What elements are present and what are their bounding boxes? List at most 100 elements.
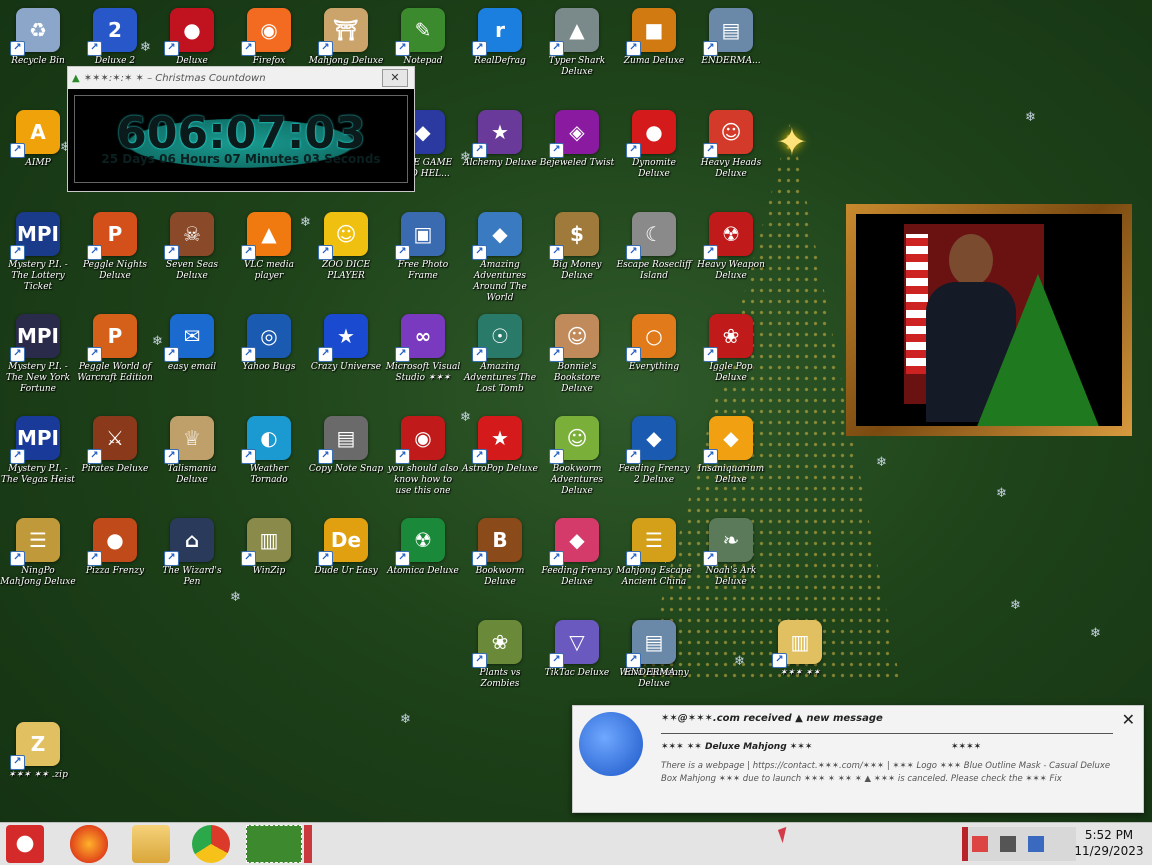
- desktop-icon[interactable]: MPI ↗ Mystery P.I. - The Lottery Ticket: [0, 206, 76, 304]
- desktop-icon[interactable]: ❀ ↗ Iggle Pop Deluxe: [693, 308, 769, 406]
- desktop-icon[interactable]: ☰ ↗ NingPo MahJong Deluxe: [0, 512, 76, 610]
- desktop-icon-label: Bonnie's Bookstore Deluxe: [553, 362, 601, 394]
- app-icon: ◉ ↗: [395, 416, 445, 464]
- file-explorer-icon[interactable]: [132, 825, 170, 863]
- desktop-icon[interactable]: ▤ ↗ ENDERMA...: [693, 2, 769, 100]
- notification-from: ✶✶@✶✶✶.com received ▲ new message: [661, 713, 883, 724]
- desktop-icon-label: Everything: [628, 362, 680, 372]
- desktop-icon[interactable]: ▲ ↗ Typer Shark Deluxe: [539, 2, 615, 100]
- desktop-icon[interactable]: ▽ ↗ TikTac Deluxe: [539, 614, 615, 712]
- countdown-window[interactable]: ▲ ✶✶✶:✶:✶ ✶ – Christmas Countdown ✕ 606:…: [67, 66, 415, 192]
- photo-frame-widget[interactable]: [846, 204, 1132, 436]
- countdown-taskbar-button[interactable]: [246, 825, 302, 863]
- desktop-icon[interactable]: ⌂ ↗ The Wizard's Pen: [154, 512, 230, 610]
- desktop-icon[interactable]: ✉ ↗ easy email: [154, 308, 230, 406]
- desktop-icon[interactable]: B ↗ Bookworm Deluxe: [462, 512, 538, 610]
- desktop-icon[interactable]: ★ ↗ Alchemy Deluxe: [462, 104, 538, 202]
- taskbar-clock[interactable]: 5:52 PM 11/29/2023: [1074, 827, 1144, 859]
- thunderbird-icon: [579, 712, 643, 776]
- desktop-icon[interactable]: $ ↗ Big Money Deluxe: [539, 206, 615, 304]
- desktop-icon[interactable]: MPI ↗ Mystery P.I. - The New York Fortune: [0, 308, 76, 406]
- desktop-icon[interactable]: ★ ↗ AstroPop Deluxe: [462, 410, 538, 508]
- close-button[interactable]: ✕: [382, 69, 408, 87]
- desktop-icon[interactable]: ☰ ↗ Mahjong Escape Ancient China: [616, 512, 692, 610]
- app-icon: ♕ ↗: [164, 416, 214, 464]
- network-icon[interactable]: [1000, 836, 1017, 852]
- desktop-icon[interactable]: ▥ ↗ WinZip: [231, 512, 307, 610]
- app-icon: ∞ ↗: [395, 314, 445, 362]
- desktop-icon[interactable]: ❧ ↗ Noah's Ark Deluxe: [693, 512, 769, 610]
- desktop-icon[interactable]: ▤ ↗ Copy Note Snap: [308, 410, 384, 508]
- desktop-icon[interactable]: ☾ ↗ Escape Rosecliff Island: [616, 206, 692, 304]
- desktop-icon[interactable]: ☉ ↗ Amazing Adventures The Lost Tomb: [462, 308, 538, 406]
- desktop-icon[interactable]: ☢ ↗ Heavy Weapon Deluxe: [693, 206, 769, 304]
- desktop-icon[interactable]: ○ ↗ Everything: [616, 308, 692, 406]
- desktop-icon[interactable]: ◈ ↗ Bejeweled Twist: [539, 104, 615, 202]
- desktop-icon[interactable]: ■ ↗ Zuma Deluxe: [616, 2, 692, 100]
- desktop-icon[interactable]: ❀ ↗ Plants vs Zombies: [462, 614, 538, 712]
- start-santa-icon[interactable]: [6, 825, 44, 863]
- desktop-icon[interactable]: P ↗ Peggle World of Warcraft Edition: [77, 308, 153, 406]
- close-button[interactable]: ✕: [1122, 710, 1135, 729]
- desktop-icon[interactable]: ♕ ↗ Talismania Deluxe: [154, 410, 230, 508]
- shortcut-arrow-icon: ↗: [241, 245, 256, 260]
- desktop-icon[interactable]: ☺ ↗ Bonnie's Bookstore Deluxe: [539, 308, 615, 406]
- desktop-icon[interactable]: A ↗ AIMP: [0, 104, 76, 202]
- app-icon: ◆↗: [549, 518, 599, 566]
- desktop-icon[interactable]: ▥ ↗ ✶✶✶ ✶✶: [762, 614, 838, 712]
- desktop-icon[interactable]: ◐ ↗ Weather Tornado: [231, 410, 307, 508]
- volume-icon[interactable]: [1028, 836, 1045, 852]
- desktop-icon-label: Mystery P.I. - The Vegas Heist: [1, 464, 75, 485]
- desktop-icon[interactable]: ♻ ↗ Recycle Bin: [0, 2, 76, 100]
- app-icon: ♻ ↗: [10, 8, 60, 56]
- desktop-icon[interactable]: ⚔ ↗ Pirates Deluxe: [77, 410, 153, 508]
- desktop-icon-label: Free Photo Frame: [397, 260, 449, 281]
- desktop-icon[interactable]: Z ↗ ✶✶✶ ✶✶ .zip: [0, 716, 76, 814]
- desktop-icon[interactable]: ▲ ↗ VLC media player: [231, 206, 307, 304]
- shortcut-arrow-icon: ↗: [703, 245, 718, 260]
- desktop-icon-label: Bejeweled Twist: [539, 158, 615, 168]
- app-icon: ▲ ↗: [549, 8, 599, 56]
- desktop-icon[interactable]: ☠ ↗ Seven Seas Deluxe: [154, 206, 230, 304]
- shortcut-arrow-icon: ↗: [10, 245, 25, 260]
- desktop-icon[interactable]: ☺ ↗ Heavy Heads Deluxe: [693, 104, 769, 202]
- desktop-icon[interactable]: ☺ ↗ Bookworm Adventures Deluxe: [539, 410, 615, 508]
- app-icon: ▤ ↗: [626, 620, 676, 668]
- app-icon: ☢ ↗: [703, 212, 753, 260]
- desktop-icon[interactable]: ▤ ↗ ENDERMA...: [616, 614, 692, 712]
- desktop-icon-label: Dynomite Deluxe: [632, 158, 676, 179]
- desktop-icon[interactable]: ◆ ↗ Amazing Adventures Around The World: [462, 206, 538, 304]
- desktop-icon[interactable]: ◆ ↗ Feeding Frenzy Deluxe: [539, 512, 615, 610]
- shortcut-arrow-icon: ↗: [549, 41, 564, 56]
- desktop-icon[interactable]: ∞ ↗ Microsoft Visual Studio ✶✶✶: [385, 308, 461, 406]
- notification-subject: ✶✶✶ ✶✶ Deluxe Mahjong ✶✶✶: [661, 742, 813, 752]
- desktop-icon[interactable]: ▣ ↗ Free Photo Frame: [385, 206, 461, 304]
- desktop-icon[interactable]: ◆ ↗ Feeding Frenzy 2 Deluxe: [616, 410, 692, 508]
- desktop-icon-label: Zuma Deluxe: [623, 56, 685, 66]
- desktop-icon[interactable]: ◎ ↗ Yahoo Bugs: [231, 308, 307, 406]
- desktop-icon-label: NingPo MahJong Deluxe: [0, 566, 76, 587]
- desktop-icon[interactable]: ◉ ↗ you should also know how to use this o…: [385, 410, 461, 508]
- email-notification[interactable]: ✶✶@✶✶✶.com received ▲ new message ✕ ✶✶✶ …: [572, 705, 1144, 813]
- system-tray: [962, 827, 1076, 861]
- countdown-subtitle: 25 Days 06 Hours 07 Minutes 03 Seconds: [101, 152, 381, 166]
- desktop-icon[interactable]: r ↗ RealDefrag: [462, 2, 538, 100]
- desktop-icon[interactable]: ☺ ↗ ZOO DICE PLAYER: [308, 206, 384, 304]
- desktop-icon[interactable]: ◆ ↗ Insaniquarium Deluxe: [693, 410, 769, 508]
- app-icon: ☠ ↗: [164, 212, 214, 260]
- desktop-icon[interactable]: ● ↗ Dynomite Deluxe: [616, 104, 692, 202]
- network-alert-icon[interactable]: [972, 836, 988, 852]
- firefox-icon[interactable]: [70, 825, 108, 863]
- shortcut-arrow-icon: ↗: [703, 143, 718, 158]
- desktop-icon[interactable]: P ↗ Peggle Nights Deluxe: [77, 206, 153, 304]
- desktop-icon-label: WinZip: [252, 566, 286, 576]
- desktop-icon[interactable]: ● ↗ Pizza Frenzy: [77, 512, 153, 610]
- desktop-icon[interactable]: MPI ↗ Mystery P.I. - The Vegas Heist: [0, 410, 76, 508]
- chrome-icon[interactable]: [192, 825, 230, 863]
- desktop-icon-label: Amazing Adventures Around The World: [473, 260, 527, 303]
- desktop-icon[interactable]: ★ ↗ Crazy Universe: [308, 308, 384, 406]
- countdown-titlebar[interactable]: ▲ ✶✶✶:✶:✶ ✶ – Christmas Countdown ✕: [68, 67, 414, 89]
- desktop-icon[interactable]: De ↗ Dude Ur Easy: [308, 512, 384, 610]
- shortcut-arrow-icon: ↗: [164, 347, 179, 362]
- desktop-icon[interactable]: ☢ ↗ Atomica Deluxe: [385, 512, 461, 610]
